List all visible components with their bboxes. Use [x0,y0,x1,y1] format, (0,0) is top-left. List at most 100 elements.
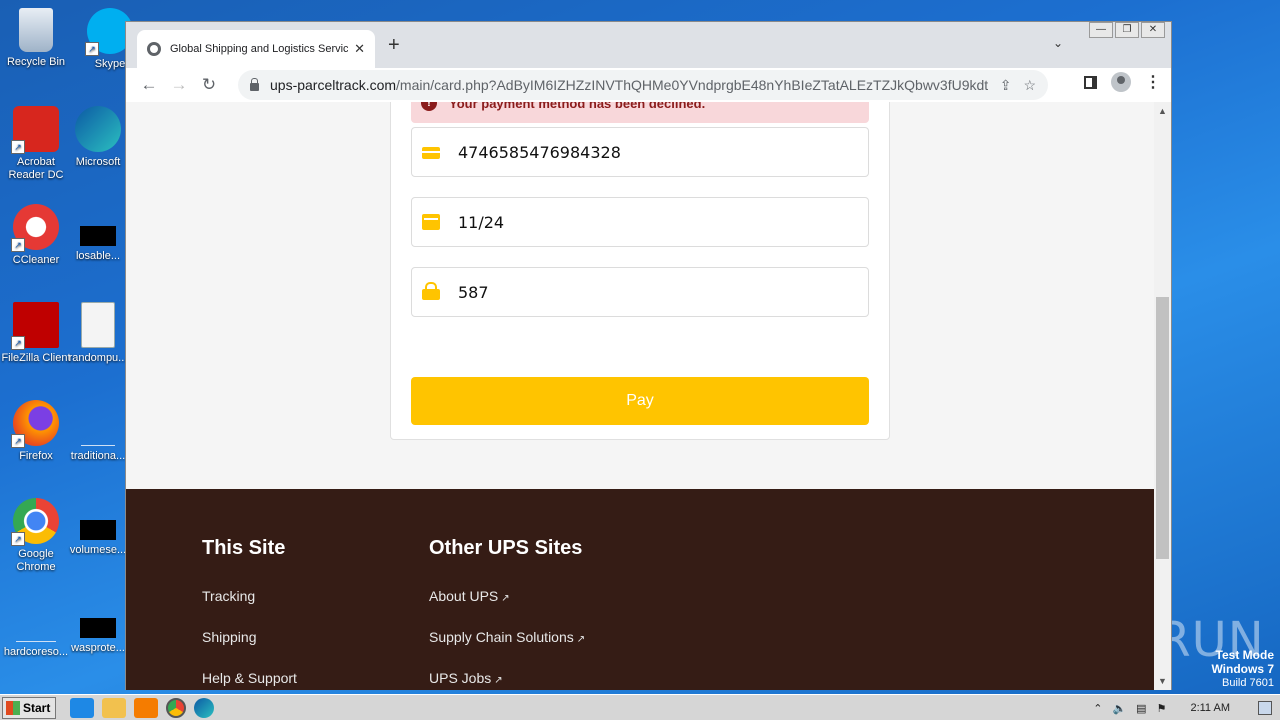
alert-text: Your payment method has been declined. [449,102,706,111]
desktop-icon-label: Firefox [19,450,53,462]
footer-link-supply-chain[interactable]: Supply Chain Solutions ↗ [429,629,585,645]
share-icon[interactable]: ⇪ [1000,77,1012,94]
desktop-icon-label: FileZilla Client [1,352,71,364]
cvv-field[interactable]: 587 [411,267,869,317]
filezilla-icon: ↗ [11,302,59,350]
desktop-icon-label: Recycle Bin [6,56,66,68]
expiry-value: 11/24 [458,212,505,232]
file-explorer-icon[interactable] [102,697,126,718]
bookmark-star-icon[interactable]: ☆ [1023,77,1036,94]
volume-icon[interactable]: 🔈 [1112,702,1126,715]
desktop-icon-hardcoreso[interactable]: hardcoreso... [1,596,71,659]
external-link-icon: ↗ [494,675,503,686]
desktop-icon-traditiona[interactable]: traditiona... [63,400,133,463]
scroll-thumb[interactable] [1156,297,1169,559]
chrome-taskbar-icon[interactable] [166,697,186,718]
file-icon [80,618,116,638]
desktop-icon-recycle-bin[interactable]: Recycle Bin [1,8,71,69]
more-menu-icon[interactable]: ⋮ [1145,72,1161,92]
side-panel-icon[interactable] [1084,75,1097,89]
desktop-icon-acrobat[interactable]: ↗ Acrobat Reader DC [1,106,71,182]
new-tab-button[interactable]: + [388,34,400,57]
footer-link-help-support[interactable]: Help & Support [202,670,297,686]
expiry-field[interactable]: 11/24 [411,197,869,247]
window-controls: — ❐ ✕ [1089,22,1165,38]
card-number-field[interactable]: 4746585476984328 [411,127,869,177]
cvv-value: 587 [458,282,489,302]
reload-icon[interactable]: ↻ [194,75,224,95]
profile-avatar-icon[interactable] [1111,72,1131,92]
desktop-icon-label: randompu... [68,352,128,364]
credit-card-icon [422,147,440,159]
action-center-flag-icon[interactable]: ⚑ [1157,702,1167,715]
desktop-icon-randompu[interactable]: randompu... [63,302,133,365]
tab-title: Global Shipping and Logistics Service [170,43,349,55]
browser-tab[interactable]: Global Shipping and Logistics Service ✕ [137,30,375,68]
url-text[interactable]: ups-parceltrack.com/main/card.php?AdByIM… [270,77,988,93]
footer-link-shipping[interactable]: Shipping [202,629,297,645]
tab-close-icon[interactable]: ✕ [354,41,365,57]
desktop-icon-google-chrome[interactable]: ↗ Google Chrome [1,498,71,574]
edge-icon [75,106,121,152]
footer-link-label: UPS Jobs [429,670,492,686]
desktop-icon-label: CCleaner [12,254,60,266]
clock[interactable]: 2:11 AM [1190,702,1230,714]
back-arrow-icon[interactable]: ← [134,75,164,95]
error-icon: ! [421,102,437,111]
internet-explorer-icon[interactable] [70,697,94,718]
pay-button[interactable]: Pay [411,377,869,425]
desktop-icon-ccleaner[interactable]: ↗ CCleaner [1,204,71,267]
desktop-icon-label: Skype [94,58,126,70]
edge-taskbar-icon[interactable] [194,697,214,718]
tray-expand-icon[interactable]: ⌃ [1093,702,1102,715]
padlock-icon [422,282,440,300]
url-domain: ups-parceltrack.com [270,77,397,93]
desktop-icon-firefox[interactable]: ↗ Firefox [1,400,71,463]
scroll-down-arrow-icon[interactable]: ▼ [1158,676,1167,686]
start-button[interactable]: Start [2,696,56,719]
url-path: /main/card.php?AdByIM6IZHZzINVThQHMe0YVn… [396,77,988,93]
restore-button[interactable]: ❐ [1115,22,1139,38]
minimize-button[interactable]: — [1089,22,1113,38]
lock-icon[interactable] [250,78,259,91]
tab-search-chevron-icon[interactable]: ⌄ [1053,36,1063,50]
decline-alert: ! Your payment method has been declined. [411,102,869,123]
test-mode-notice: Test Mode Windows 7 Build 7601 [1211,648,1274,690]
forward-arrow-icon[interactable]: → [164,75,194,95]
desktop-icon-label: Acrobat Reader DC [8,156,64,181]
footer-heading: This Site [202,537,286,559]
word-document-icon [81,302,115,348]
desktop-icon-volumese[interactable]: volumese... [63,498,133,557]
desktop-icon-label: losable... [75,250,121,262]
file-icon [16,596,56,642]
desktop-icon-label: Microsoft [75,156,121,168]
footer-link-label: About UPS [429,588,499,604]
desktop-icon-filezilla[interactable]: ↗ FileZilla Client [1,302,71,365]
browser-toolbar: ← → ↻ ups-parceltrack.com/main/card.php?… [126,68,1171,102]
desktop-icon-wasprote[interactable]: wasprote... [63,596,133,655]
desktop-icon-label: hardcoreso... [3,646,69,658]
test-mode-line: Test Mode [1215,648,1274,662]
address-bar[interactable]: ups-parceltrack.com/main/card.php?AdByIM… [238,70,1048,100]
page-scrollbar[interactable]: ▲ ▼ [1154,102,1171,690]
site-footer: This Site Tracking Shipping Help & Suppo… [126,489,1154,690]
network-icon[interactable]: ▤ [1136,702,1146,715]
calendar-icon [422,214,440,230]
footer-column-other-sites: Other UPS Sites About UPS ↗ Supply Chain … [429,537,585,690]
desktop-icon-microsoft-edge[interactable]: Microsoft [63,106,133,169]
footer-link-ups-jobs[interactable]: UPS Jobs ↗ [429,670,585,686]
footer-link-about-ups[interactable]: About UPS ↗ [429,588,585,604]
windows-logo-icon [6,700,20,715]
page-viewport: ! Your payment method has been declined.… [126,102,1154,690]
desktop-icon-losable[interactable]: losable... [63,204,133,263]
toolbar-actions: ⋮ [1084,72,1161,92]
globe-icon [147,42,161,56]
show-desktop-icon[interactable] [1258,701,1272,715]
scroll-up-arrow-icon[interactable]: ▲ [1158,106,1167,116]
footer-link-tracking[interactable]: Tracking [202,588,297,604]
media-player-icon[interactable] [134,697,158,718]
test-mode-line: Windows 7 [1211,662,1274,676]
firefox-icon: ↗ [11,400,59,448]
close-window-button[interactable]: ✕ [1141,22,1165,38]
browser-window: Global Shipping and Logistics Service ✕ … [125,21,1172,690]
